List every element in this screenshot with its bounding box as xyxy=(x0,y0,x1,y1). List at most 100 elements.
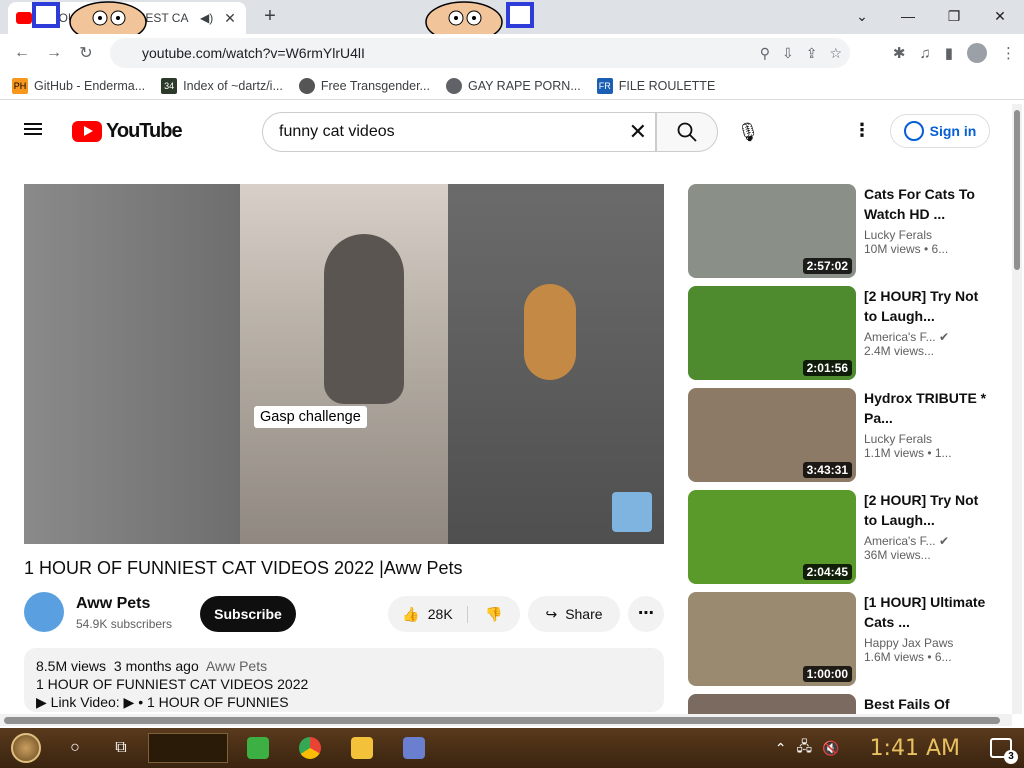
extensions-icon[interactable]: ✱ xyxy=(893,44,906,62)
taskbar-app-explorer[interactable] xyxy=(336,728,388,768)
description-line: 1 HOUR OF FUNNIEST CAT VIDEOS 2022 xyxy=(36,676,309,692)
video-thumbnail[interactable] xyxy=(688,694,856,714)
bookmark-item-4[interactable]: GAY RAPE PORN... xyxy=(445,77,581,94)
side-panel-icon[interactable]: ▮ xyxy=(945,44,953,62)
video-thumbnail[interactable]: 2:04:45 xyxy=(688,490,856,584)
minimize-button[interactable]: — xyxy=(888,4,928,28)
scroll-thumb[interactable] xyxy=(4,717,1000,724)
cortana-circle-icon[interactable]: ○ xyxy=(52,728,98,768)
browser-toolbar: ← → ↻ youtube.com/watch?v=W6rmYlrU4lI ⚲ … xyxy=(0,34,1024,72)
forward-icon[interactable]: → xyxy=(38,37,70,69)
like-button[interactable]: 👍 28K xyxy=(388,605,468,623)
youtube-logo[interactable]: YouTube xyxy=(72,120,183,143)
recommendation-title[interactable]: [1 HOUR] Ultimate Cats ... xyxy=(864,592,994,632)
bookmark-star-icon[interactable]: ☆ xyxy=(829,45,842,62)
search-button[interactable] xyxy=(656,112,718,152)
more-actions-icon[interactable]: ⋯ xyxy=(628,596,664,632)
address-bar[interactable]: youtube.com/watch?v=W6rmYlrU4lI ⚲ ⇩ ⇪ ☆ xyxy=(110,38,850,68)
horizontal-scrollbar[interactable] xyxy=(0,714,1012,726)
video-caption: Gasp challenge xyxy=(254,406,367,428)
recommendation-item[interactable]: 2:01:56 [2 HOUR] Try Not to Laugh... Ame… xyxy=(688,286,998,380)
share-page-icon[interactable]: ⇪ xyxy=(806,45,818,62)
recommendation-channel[interactable]: Happy Jax Paws xyxy=(864,636,994,650)
vertical-scrollbar[interactable] xyxy=(1012,104,1022,714)
account-icon xyxy=(903,121,924,141)
recommendation-meta: 36M views... xyxy=(864,548,931,562)
search-input[interactable]: funny cat videos ✕ xyxy=(262,112,656,152)
chevron-up-icon[interactable]: ⌃ xyxy=(775,740,787,757)
bookmark-item-1[interactable]: PH GitHub - Enderma... xyxy=(12,77,145,94)
video-left-panel xyxy=(24,184,240,544)
recommendation-item[interactable]: 1:00:00 [1 HOUR] Ultimate Cats ... Happy… xyxy=(688,592,998,686)
bookmark-item-5[interactable]: FR FILE ROULETTE xyxy=(596,77,715,94)
sign-in-button[interactable]: Sign in xyxy=(890,114,990,148)
restore-button[interactable]: ❐ xyxy=(934,4,974,28)
profile-avatar-icon[interactable] xyxy=(967,43,987,63)
speaker-icon[interactable]: ◀) xyxy=(200,11,216,25)
recommendation-channel[interactable]: America's F... ✔ xyxy=(864,534,994,548)
network-icon[interactable]: 🖧 xyxy=(797,736,813,760)
hamster-figure xyxy=(524,284,576,380)
verified-check-icon: ✔ xyxy=(938,330,950,344)
video-thumbnail[interactable]: 1:00:00 xyxy=(688,592,856,686)
video-player[interactable]: Gasp challenge xyxy=(24,184,664,544)
share-arrow-icon: ↪ xyxy=(545,605,558,622)
channel-avatar[interactable] xyxy=(24,592,64,632)
taskbar-search-box[interactable] xyxy=(148,733,228,763)
media-control-icon[interactable]: ♫ xyxy=(919,45,930,62)
back-icon[interactable]: ← xyxy=(6,37,38,69)
notification-center-icon[interactable]: 3 xyxy=(990,738,1018,764)
install-icon[interactable]: ⇩ xyxy=(782,45,794,62)
clock[interactable]: 1:41 AM xyxy=(870,736,960,761)
duration-badge: 2:01:56 xyxy=(802,360,852,376)
dislike-button[interactable]: 👎 xyxy=(468,606,520,623)
new-tab-button[interactable]: + xyxy=(258,4,282,28)
bookmark-label: GAY RAPE PORN... xyxy=(467,78,581,93)
channel-name[interactable]: Aww Pets xyxy=(76,595,150,613)
recommendation-channel[interactable]: Lucky Ferals xyxy=(864,432,994,446)
channel-watermark[interactable] xyxy=(612,492,652,532)
taskbar-app-notes[interactable] xyxy=(232,728,284,768)
recommendation-item[interactable]: 2:57:02 Cats For Cats To Watch HD ... Lu… xyxy=(688,184,998,278)
zoom-icon[interactable]: ⚲ xyxy=(760,45,770,62)
reload-icon[interactable]: ↻ xyxy=(70,37,102,69)
recommendation-title[interactable]: Cats For Cats To Watch HD ... xyxy=(864,184,994,224)
video-thumbnail[interactable]: 2:57:02 xyxy=(688,184,856,278)
share-button[interactable]: ↪ Share xyxy=(528,596,620,632)
hamburger-menu-icon[interactable] xyxy=(24,120,48,144)
bookmark-item-2[interactable]: 34 Index of ~dartz/i... xyxy=(161,77,283,94)
duration-badge: 2:57:02 xyxy=(802,258,852,274)
recommendation-title[interactable]: [2 HOUR] Try Not to Laugh... xyxy=(864,286,994,326)
close-tab-icon[interactable]: ✕ xyxy=(222,10,238,27)
bookmark-label: Index of ~dartz/i... xyxy=(183,78,283,93)
share-label: Share xyxy=(565,606,603,622)
taskbar-app-3d[interactable] xyxy=(388,728,440,768)
microphone-icon[interactable]: 🎙 xyxy=(734,118,762,146)
video-thumbnail[interactable]: 2:01:56 xyxy=(688,286,856,380)
chrome-menu-icon[interactable]: ⋮ xyxy=(1001,44,1016,62)
recommendation-item[interactable]: Best Fails Of xyxy=(688,694,998,714)
recommendation-item[interactable]: 2:04:45 [2 HOUR] Try Not to Laugh... Ame… xyxy=(688,490,998,584)
volume-muted-icon[interactable]: 🔇 xyxy=(822,740,839,757)
recommendation-channel[interactable]: America's F... ✔ xyxy=(864,330,994,344)
settings-menu-icon[interactable]: ⋮ xyxy=(852,120,872,144)
subscribe-button[interactable]: Subscribe xyxy=(200,596,296,632)
taskbar-app-chrome[interactable] xyxy=(284,728,336,768)
verified-check-icon: ✔ xyxy=(938,534,950,548)
recommendation-title[interactable]: [2 HOUR] Try Not to Laugh... xyxy=(864,490,994,530)
bookmark-item-3[interactable]: Free Transgender... xyxy=(298,77,430,94)
recommendation-title[interactable]: Hydrox TRIBUTE * Pa... xyxy=(864,388,994,428)
recommendation-meta: 2.4M views... xyxy=(864,344,935,358)
close-window-button[interactable]: ✕ xyxy=(980,4,1020,28)
clear-search-icon[interactable]: ✕ xyxy=(629,119,647,145)
scroll-thumb[interactable] xyxy=(1014,110,1020,270)
tab-search-icon[interactable]: ⌄ xyxy=(842,4,882,28)
recommendation-channel[interactable]: Lucky Ferals xyxy=(864,228,994,242)
recommendation-title[interactable]: Best Fails Of xyxy=(864,694,994,714)
task-view-icon[interactable]: ⧉ xyxy=(98,728,144,768)
duration-badge: 3:43:31 xyxy=(802,462,852,478)
start-button[interactable] xyxy=(0,728,52,768)
video-thumbnail[interactable]: 3:43:31 xyxy=(688,388,856,482)
recommendation-item[interactable]: 3:43:31 Hydrox TRIBUTE * Pa... Lucky Fer… xyxy=(688,388,998,482)
description-box[interactable]: 8.5M views 3 months ago Aww Pets 1 HOUR … xyxy=(24,648,664,712)
